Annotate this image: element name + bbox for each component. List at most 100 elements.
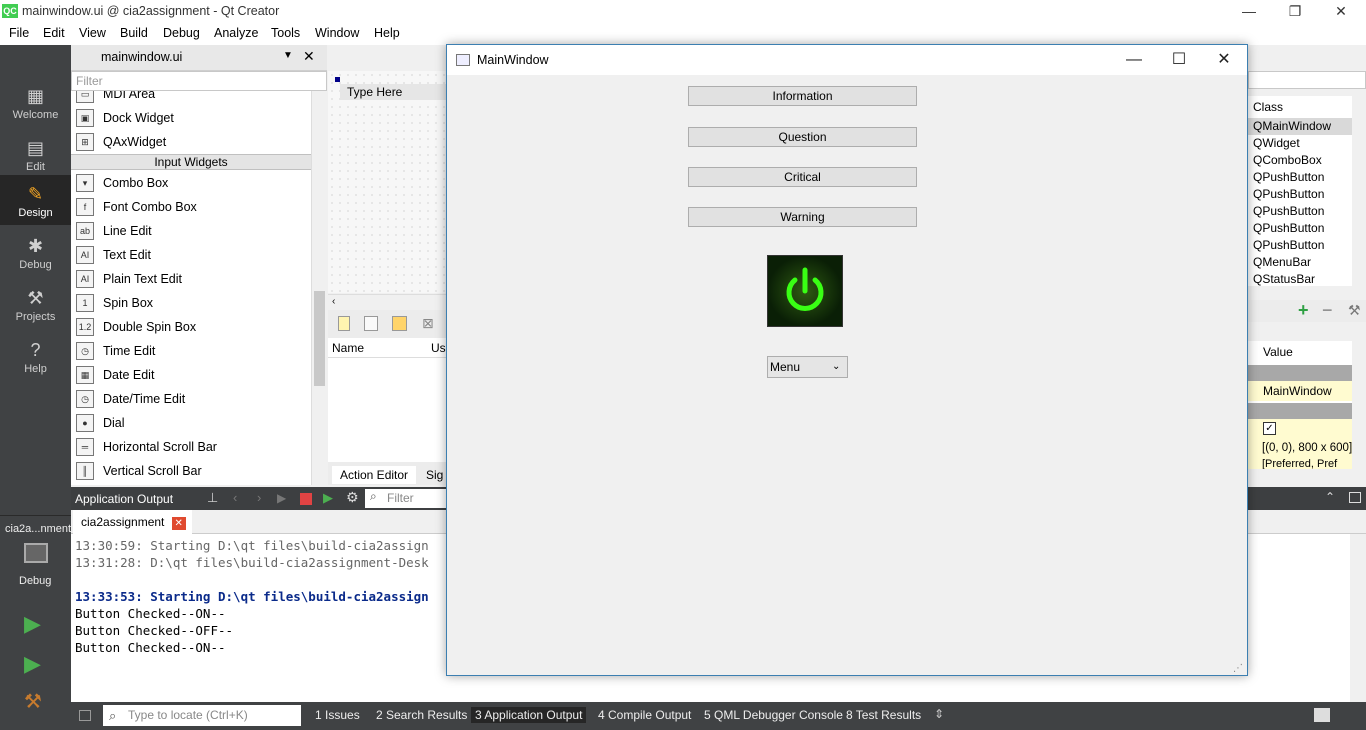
object-row[interactable]: QComboBox bbox=[1248, 152, 1352, 169]
minimize-button[interactable]: — bbox=[1226, 0, 1272, 23]
widget-item[interactable]: f Font Combo Box bbox=[71, 195, 311, 219]
widget-item[interactable]: ⊞ QAxWidget bbox=[71, 130, 311, 154]
critical-button[interactable]: Critical bbox=[688, 167, 917, 187]
mode-debug[interactable]: ✱ Debug bbox=[0, 227, 71, 279]
object-row[interactable]: QMenuBar bbox=[1248, 254, 1352, 271]
widget-item[interactable]: ▾ Combo Box bbox=[71, 171, 311, 195]
mode-help[interactable]: ? Help bbox=[0, 331, 71, 383]
power-icon[interactable] bbox=[767, 255, 843, 327]
widget-item[interactable]: ◷ Date/Time Edit bbox=[71, 387, 311, 411]
file-dropdown-icon[interactable]: ▼ bbox=[283, 50, 293, 61]
object-filter-input[interactable] bbox=[1248, 71, 1366, 89]
scroll-thumb[interactable] bbox=[314, 291, 325, 386]
object-row[interactable]: QPushButton bbox=[1248, 220, 1352, 237]
mode-design[interactable]: ✎ Design bbox=[0, 175, 71, 225]
maximize-pane-icon[interactable]: ⌃ bbox=[1325, 490, 1335, 504]
stop-icon[interactable] bbox=[300, 493, 312, 505]
scroll-left-icon[interactable]: ‹ bbox=[332, 296, 335, 307]
canvas-hscrollbar[interactable]: ‹ bbox=[328, 294, 448, 310]
tab-action-editor[interactable]: Action Editor bbox=[332, 466, 417, 484]
more-panes-icon[interactable]: ⇕ bbox=[934, 707, 944, 721]
widget-item[interactable]: 1.2 Double Spin Box bbox=[71, 315, 311, 339]
attach-debugger-icon[interactable]: ▶ bbox=[323, 490, 333, 506]
output-pane-tab[interactable]: 2 Search Results bbox=[376, 708, 467, 722]
tab-signals-slots[interactable]: Sig bbox=[426, 468, 443, 482]
widget-item[interactable]: ═ Horizontal Scroll Bar bbox=[71, 435, 311, 459]
prev-icon[interactable]: ‹ bbox=[233, 490, 237, 505]
widget-item[interactable]: ║ Vertical Scroll Bar bbox=[71, 459, 311, 483]
toggle-sidebar-icon[interactable] bbox=[79, 710, 91, 721]
delete-action-icon[interactable]: ⊠ bbox=[422, 315, 434, 332]
close-pane-icon[interactable] bbox=[1349, 492, 1361, 503]
menu-window[interactable]: Window bbox=[315, 26, 359, 40]
widget-item[interactable]: ab Line Edit bbox=[71, 219, 311, 243]
mode-edit[interactable]: ▤ Edit bbox=[0, 129, 71, 181]
output-scrollbar[interactable] bbox=[1350, 534, 1366, 702]
output-pane-tab[interactable]: 5 QML Debugger Console bbox=[704, 708, 843, 722]
menu-build[interactable]: Build bbox=[120, 26, 148, 40]
object-row[interactable]: QMainWindow bbox=[1248, 118, 1352, 135]
menu-help[interactable]: Help bbox=[374, 26, 400, 40]
menu-type-here[interactable]: Type Here bbox=[340, 84, 448, 100]
next-icon[interactable]: › bbox=[257, 490, 261, 505]
question-button[interactable]: Question bbox=[688, 127, 917, 147]
menu-combobox[interactable]: Menu ⌄ bbox=[767, 356, 848, 378]
locator-input[interactable]: Type to locate (Ctrl+K) bbox=[103, 705, 301, 726]
output-pane-tab[interactable]: 1 Issues bbox=[315, 708, 360, 722]
copy-action-icon[interactable] bbox=[364, 316, 378, 331]
monitor-icon[interactable] bbox=[24, 543, 48, 563]
build-hammer-icon[interactable]: ⚒ bbox=[24, 689, 42, 714]
clean-icon[interactable]: ⊥ bbox=[207, 490, 218, 506]
close-button[interactable]: ✕ bbox=[1318, 0, 1364, 23]
object-row[interactable]: QPushButton bbox=[1248, 169, 1352, 186]
enabled-checkbox[interactable]: ✓ bbox=[1263, 422, 1276, 435]
widget-item[interactable]: 1 Spin Box bbox=[71, 291, 311, 315]
widget-item[interactable]: ▣ Dock Widget bbox=[71, 106, 311, 130]
object-row[interactable]: QPushButton bbox=[1248, 237, 1352, 254]
run-icon[interactable]: ▶ bbox=[24, 611, 41, 637]
property-size-policy[interactable]: [Preferred, Pref bbox=[1248, 459, 1352, 469]
warning-button[interactable]: Warning bbox=[688, 207, 917, 227]
menu-tools[interactable]: Tools bbox=[271, 26, 300, 40]
object-row[interactable]: QPushButton bbox=[1248, 203, 1352, 220]
col-name[interactable]: Name bbox=[332, 341, 364, 355]
configure-icon[interactable]: ⚒ bbox=[1348, 302, 1361, 319]
progress-details-icon[interactable] bbox=[1314, 708, 1330, 722]
output-pane-tab[interactable]: 4 Compile Output bbox=[598, 708, 691, 722]
menu-view[interactable]: View bbox=[79, 26, 106, 40]
paste-action-icon[interactable] bbox=[392, 316, 407, 331]
information-button[interactable]: Information bbox=[688, 86, 917, 106]
open-file-name[interactable]: mainwindow.ui bbox=[101, 50, 182, 64]
close-tab-icon[interactable]: ✕ bbox=[171, 517, 186, 530]
widget-item[interactable]: AI Plain Text Edit bbox=[71, 267, 311, 291]
object-row[interactable]: QPushButton bbox=[1248, 186, 1352, 203]
menu-file[interactable]: File bbox=[9, 26, 29, 40]
new-action-icon[interactable] bbox=[338, 316, 350, 331]
mode-welcome[interactable]: ▦ Welcome bbox=[0, 77, 71, 129]
debug-run-icon[interactable]: ▶ bbox=[24, 651, 41, 677]
output-pane-tab[interactable]: 3 Application Output bbox=[471, 707, 587, 723]
selection-handle[interactable] bbox=[335, 77, 340, 82]
object-row[interactable]: QStatusBar bbox=[1248, 271, 1352, 288]
property-geometry[interactable]: [(0, 0), 800 x 600] bbox=[1248, 439, 1352, 459]
widget-item[interactable]: ● Dial bbox=[71, 411, 311, 435]
menu-edit[interactable]: Edit bbox=[43, 26, 65, 40]
output-tab[interactable]: cia2assignment ✕ bbox=[73, 510, 192, 534]
widget-item[interactable]: ◷ Time Edit bbox=[71, 339, 311, 363]
widget-item[interactable]: AI Text Edit bbox=[71, 243, 311, 267]
size-grip-icon[interactable]: ⋰ bbox=[1233, 663, 1245, 675]
close-document-icon[interactable]: ✕ bbox=[303, 48, 315, 65]
remove-property-icon[interactable]: − bbox=[1322, 300, 1333, 321]
object-scrollbar[interactable] bbox=[1352, 96, 1366, 286]
menu-analyze[interactable]: Analyze bbox=[214, 26, 258, 40]
restore-button[interactable]: ❐ bbox=[1272, 0, 1318, 23]
property-scrollbar[interactable] bbox=[1352, 341, 1366, 469]
output-pane-tab[interactable]: 8 Test Results bbox=[846, 708, 921, 722]
form-canvas[interactable] bbox=[328, 71, 448, 293]
widget-box-scrollbar[interactable] bbox=[311, 91, 327, 485]
object-row[interactable]: QWidget bbox=[1248, 135, 1352, 152]
object-col-class[interactable]: Class bbox=[1253, 100, 1283, 114]
mw-close-button[interactable]: ✕ bbox=[1201, 45, 1247, 75]
menu-debug[interactable]: Debug bbox=[163, 26, 200, 40]
category-input-widgets[interactable]: Input Widgets bbox=[71, 154, 311, 170]
